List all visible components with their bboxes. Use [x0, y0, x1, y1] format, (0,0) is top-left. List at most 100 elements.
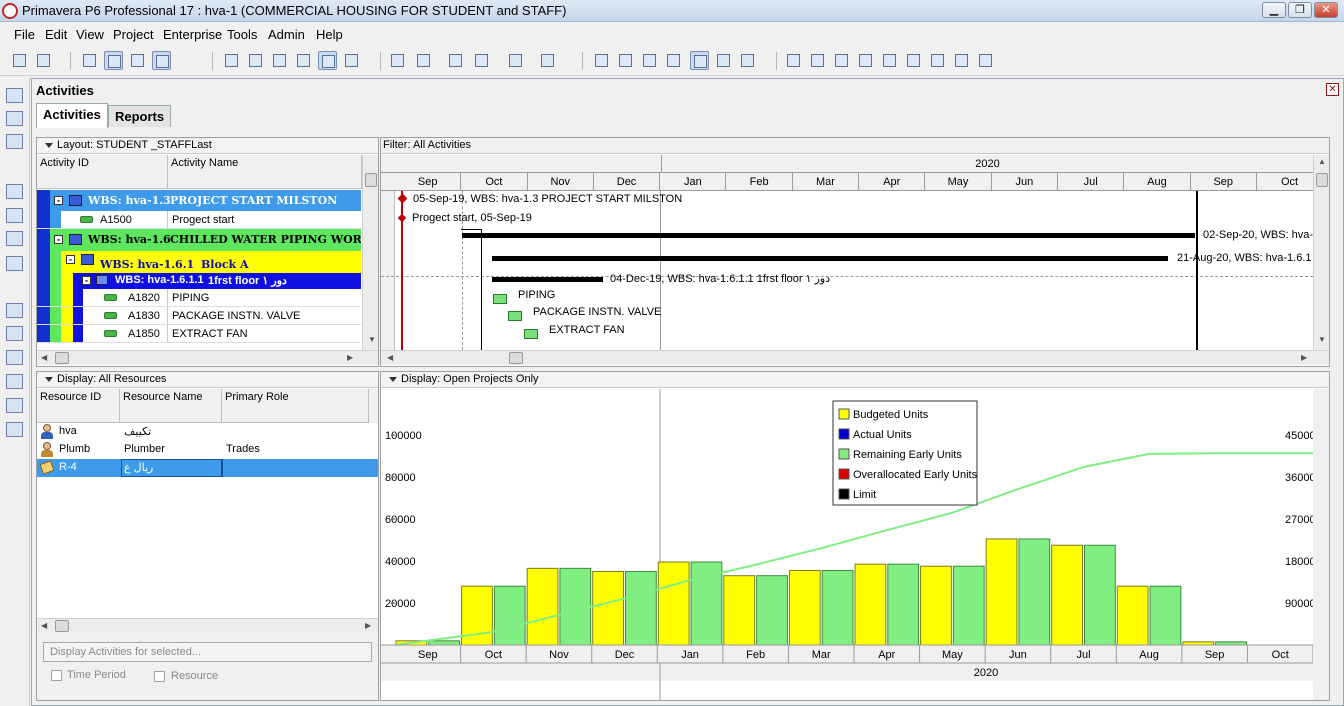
budgeted-units-bar[interactable] — [788, 569, 821, 646]
wps-icon[interactable] — [6, 326, 23, 341]
wbs-row-hva-1-6-1[interactable]: - WBS: hva-1.6.1 Block A — [37, 251, 361, 273]
budgeted-units-bar[interactable] — [1116, 585, 1149, 646]
menu-admin[interactable]: Admin — [268, 27, 305, 42]
resources-icon[interactable] — [6, 208, 23, 223]
print-icon[interactable] — [10, 51, 29, 70]
bars-icon[interactable] — [388, 51, 407, 70]
wbs-row-hva-1-3[interactable]: - WBS: hva-1.3 PROJECT START MILSTON — [37, 190, 361, 211]
remaining-early-units-bar[interactable] — [1084, 544, 1116, 646]
table-icon[interactable] — [80, 51, 99, 70]
col-resource-id[interactable]: Resource ID — [37, 389, 120, 423]
activity-row-a1500[interactable]: A1500 Progect start — [37, 211, 361, 229]
collapse-icon[interactable]: - — [82, 276, 91, 285]
columns-icon[interactable] — [414, 51, 433, 70]
remaining-early-units-bar[interactable] — [559, 567, 592, 646]
risks-icon[interactable] — [6, 398, 23, 413]
menu-edit[interactable]: Edit — [45, 27, 67, 42]
menu-file[interactable]: File — [14, 27, 35, 42]
budgeted-units-bar[interactable] — [592, 571, 624, 646]
autonumber-icon[interactable] — [538, 51, 557, 70]
filter-icon[interactable] — [472, 51, 491, 70]
resource-profile-icon[interactable] — [294, 51, 313, 70]
activities-icon[interactable] — [6, 134, 23, 149]
col-activity-name[interactable]: Activity Name — [168, 155, 362, 189]
menu-tools[interactable]: Tools — [227, 27, 257, 42]
close-button[interactable]: ✕ — [1314, 2, 1338, 18]
apply-actuals-icon[interactable] — [664, 51, 683, 70]
budgeted-units-bar[interactable] — [657, 561, 690, 646]
notes-icon[interactable] — [928, 51, 947, 70]
col-primary-role[interactable]: Primary Role — [222, 389, 369, 423]
menu-enterprise[interactable]: Enterprise — [163, 27, 222, 42]
zoom-out-icon[interactable] — [808, 51, 827, 70]
wbs-row-hva-1-6[interactable]: - WBS: hva-1.6 CHILLED WATER PIPING WORK… — [37, 229, 361, 251]
col-resource-name[interactable]: Resource Name — [120, 389, 222, 423]
remaining-early-units-bar[interactable] — [625, 571, 657, 646]
bottom-layout-icon[interactable] — [152, 51, 171, 70]
resources-hscroll[interactable]: ◀ ▶ — [37, 618, 378, 633]
a1820-bar[interactable] — [493, 294, 507, 304]
schedule-icon[interactable] — [616, 51, 635, 70]
col-activity-id[interactable]: Activity ID — [37, 155, 168, 189]
profile-display-header[interactable]: Display: Open Projects Only — [381, 372, 1329, 388]
resource-row-plumb[interactable]: Plumb Plumber Trades — [37, 441, 378, 459]
trace-logic-icon[interactable] — [342, 51, 361, 70]
tab-reports[interactable]: Reports — [108, 105, 172, 127]
activity-row-a1830[interactable]: A1830 PACKAGE INSTN. VALVE — [37, 307, 361, 325]
remaining-early-units-bar[interactable] — [1149, 585, 1182, 646]
a1850-bar[interactable] — [524, 329, 538, 339]
milestone-diamond[interactable] — [397, 193, 408, 204]
maximize-button[interactable]: ❐ — [1288, 2, 1312, 18]
budgeted-units-bar[interactable] — [985, 538, 1018, 646]
wbs-1-6-bar[interactable] — [462, 233, 1195, 238]
usage-icon[interactable] — [270, 51, 289, 70]
reports-icon[interactable] — [6, 231, 23, 246]
network-icon[interactable] — [128, 51, 147, 70]
menu-view[interactable]: View — [76, 27, 104, 42]
remaining-early-units-bar[interactable] — [887, 563, 920, 646]
gantt-vscroll[interactable]: ▲ ▼ — [1313, 155, 1329, 350]
zoom-fit-icon[interactable] — [832, 51, 851, 70]
collapse-icon[interactable]: - — [66, 255, 75, 264]
wbs-1-6-1-bar[interactable] — [492, 256, 1168, 261]
start-milestone-diamond[interactable] — [397, 213, 407, 223]
close-icon[interactable]: ✕ — [1326, 83, 1339, 96]
scroll-thumb[interactable] — [365, 173, 377, 187]
scroll-thumb[interactable] — [1316, 173, 1328, 187]
a1830-bar[interactable] — [508, 311, 522, 321]
time-period-checkbox[interactable] — [51, 670, 62, 681]
layout-header[interactable]: Layout: STUDENT _STAFFLast — [37, 138, 378, 154]
issues-icon[interactable] — [952, 51, 971, 70]
budgeted-units-bar[interactable] — [854, 563, 887, 646]
timescale-icon[interactable] — [446, 51, 465, 70]
layout-split-icon[interactable] — [856, 51, 875, 70]
tracking-icon[interactable] — [6, 184, 23, 199]
menu-help[interactable]: Help — [316, 27, 343, 42]
remaining-early-units-bar[interactable] — [756, 575, 788, 646]
display-activities-button[interactable]: Display Activities for selected... — [43, 642, 372, 662]
store-period-icon[interactable] — [714, 51, 733, 70]
budgeted-units-bar[interactable] — [723, 575, 756, 646]
gantt-hscroll[interactable]: ◀ ▶ — [381, 350, 1329, 365]
activity-table-icon[interactable] — [246, 51, 265, 70]
scroll-thumb[interactable] — [55, 620, 69, 632]
resource-row-hva[interactable]: hva تكييف — [37, 423, 378, 441]
remaining-early-units-bar[interactable] — [493, 585, 526, 646]
resource-assign-icon[interactable] — [6, 303, 23, 318]
resources-display-header[interactable]: Display: All Resources — [37, 372, 378, 388]
remaining-early-units-bar[interactable] — [952, 565, 985, 646]
remaining-early-units-bar[interactable] — [428, 640, 461, 646]
scroll-to-icon[interactable] — [880, 51, 899, 70]
group-sort-icon[interactable] — [506, 51, 525, 70]
resource-usage-icon[interactable] — [318, 51, 337, 70]
collapse-icon[interactable]: - — [54, 235, 63, 244]
remaining-early-units-bar[interactable] — [821, 569, 854, 646]
resource-row-r4[interactable]: R-4 ريال ع — [37, 459, 378, 477]
level-icon[interactable] — [640, 51, 659, 70]
collapse-icon[interactable]: - — [54, 196, 63, 205]
budgeted-units-bar[interactable] — [920, 565, 952, 646]
wbs-1-6-1-1-bar[interactable] — [492, 277, 603, 282]
menu-project[interactable]: Project — [113, 27, 153, 42]
activity-hscroll[interactable]: ◀ ▶ — [37, 350, 378, 365]
add-activity-icon[interactable] — [592, 51, 611, 70]
